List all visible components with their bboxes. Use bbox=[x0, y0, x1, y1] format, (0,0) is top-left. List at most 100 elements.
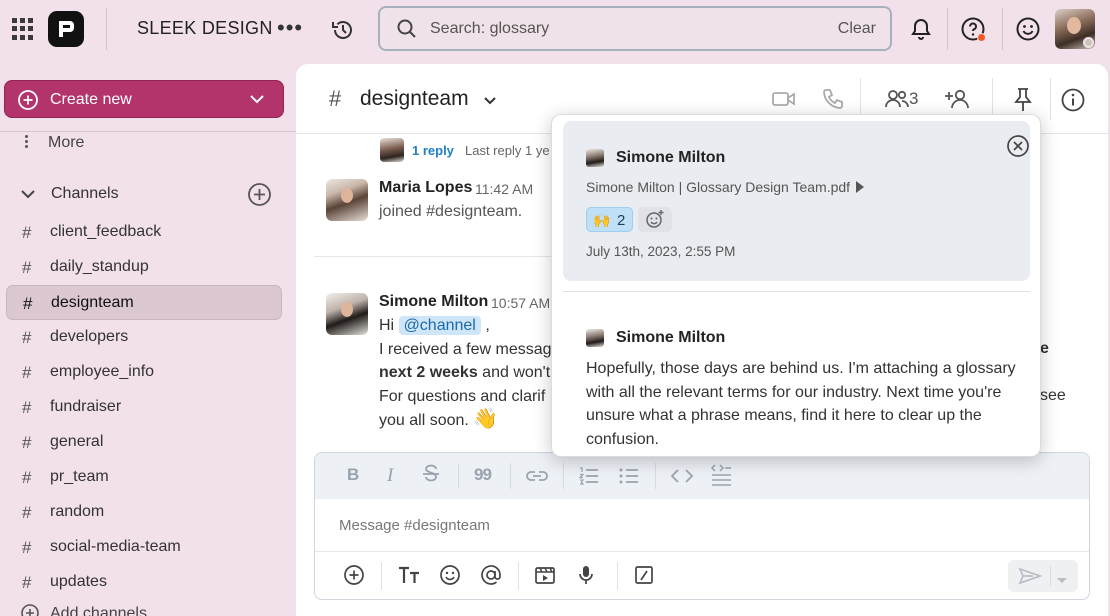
message-line: I received a few messag bbox=[379, 340, 552, 358]
channel-name: updates bbox=[50, 573, 107, 590]
message-author[interactable]: Simone Milton bbox=[616, 329, 725, 347]
link-icon[interactable] bbox=[525, 466, 549, 491]
last-reply-time: Last reply 1 ye bbox=[465, 143, 550, 158]
code-block-icon[interactable] bbox=[710, 463, 732, 492]
history-icon[interactable] bbox=[330, 17, 356, 48]
apps-grid-icon[interactable] bbox=[12, 18, 34, 40]
emoji-icon[interactable] bbox=[439, 564, 461, 591]
header-divider bbox=[1050, 78, 1051, 120]
workspace-menu-button[interactable]: ••• bbox=[277, 15, 303, 41]
more-label: More bbox=[48, 134, 85, 151]
channel-hash-icon: # bbox=[22, 433, 32, 452]
phone-icon[interactable] bbox=[821, 87, 845, 116]
channel-hash-icon: # bbox=[23, 294, 33, 313]
workspace-name[interactable]: SLEEK DESIGN bbox=[137, 18, 273, 39]
logo-icon[interactable] bbox=[48, 11, 84, 47]
sidebar-item-general[interactable]: # general bbox=[6, 425, 282, 460]
send-icon[interactable] bbox=[1018, 567, 1043, 590]
sidebar-item-daily_standup[interactable]: # daily_standup bbox=[6, 250, 282, 285]
video-icon[interactable] bbox=[772, 90, 796, 113]
message-body: Hi @channel , I received a few messag ne… bbox=[379, 314, 552, 433]
avatar[interactable] bbox=[326, 293, 368, 335]
plus-circle-icon bbox=[20, 603, 40, 616]
italic-icon[interactable]: I bbox=[387, 465, 393, 487]
add-channel-icon[interactable] bbox=[247, 182, 272, 212]
avatar[interactable] bbox=[326, 179, 368, 221]
sidebar-more[interactable]: More bbox=[0, 132, 296, 154]
channel-name: random bbox=[50, 503, 105, 520]
message-time: 10:57 AM bbox=[491, 295, 551, 311]
file-attachment[interactable]: Simone Milton | Glossary Design Team.pdf bbox=[586, 179, 865, 195]
search-input[interactable]: Search: glossary Clear bbox=[378, 6, 892, 51]
reaction-count: 2 bbox=[617, 212, 626, 229]
message-author[interactable]: Simone Milton bbox=[616, 149, 725, 167]
sidebar-item-pr_team[interactable]: # pr_team bbox=[6, 460, 282, 495]
close-icon[interactable] bbox=[1006, 134, 1030, 163]
sidebar-item-employee_info[interactable]: # employee_info bbox=[6, 355, 282, 390]
code-icon[interactable] bbox=[670, 466, 694, 491]
toolbar-divider bbox=[617, 562, 618, 590]
reply-count-link[interactable]: 1 reply bbox=[412, 143, 454, 158]
plus-circle-icon[interactable] bbox=[343, 564, 365, 591]
add-member-icon[interactable] bbox=[944, 87, 972, 116]
sidebar-item-fundraiser[interactable]: # fundraiser bbox=[6, 390, 282, 425]
members-icon[interactable] bbox=[884, 87, 910, 116]
search-clear-button[interactable]: Clear bbox=[838, 20, 876, 38]
sidebar-item-random[interactable]: # random bbox=[6, 495, 282, 530]
file-name: Simone Milton | Glossary Design Team.pdf bbox=[586, 179, 851, 195]
topbar-divider bbox=[1002, 8, 1003, 50]
send-button-group bbox=[1008, 560, 1078, 592]
help-icon[interactable] bbox=[960, 16, 986, 47]
channels-section-header[interactable]: Channels bbox=[0, 180, 296, 208]
toolbar-divider bbox=[518, 562, 519, 590]
text-format-icon[interactable] bbox=[397, 564, 421, 591]
sidebar-item-developers[interactable]: # developers bbox=[6, 320, 282, 355]
bold-icon[interactable]: B bbox=[347, 465, 359, 485]
add-reaction-button[interactable] bbox=[638, 207, 672, 232]
channel-hash-icon: # bbox=[22, 503, 32, 522]
slash-command-icon[interactable] bbox=[633, 564, 655, 591]
chevron-down-icon[interactable] bbox=[249, 92, 265, 111]
send-options-icon[interactable] bbox=[1056, 572, 1068, 590]
sidebar-item-updates[interactable]: # updates bbox=[6, 565, 282, 600]
message-divider bbox=[314, 256, 554, 257]
toolbar-divider bbox=[655, 463, 656, 489]
notification-dot bbox=[977, 33, 986, 42]
info-icon[interactable] bbox=[1060, 87, 1086, 118]
sidebar: Create new More Channels # client_feedbac… bbox=[0, 58, 296, 616]
top-bar: SLEEK DESIGN ••• Search: glossary Clear bbox=[0, 0, 1110, 58]
sidebar-item-designteam[interactable]: # designteam bbox=[6, 285, 282, 320]
numbered-list-icon[interactable] bbox=[578, 465, 600, 492]
channel-hash-icon: # bbox=[22, 363, 32, 382]
file-message-card[interactable]: Simone Milton Simone Milton | Glossary D… bbox=[563, 121, 1030, 281]
avatar bbox=[380, 138, 404, 162]
message-line: and won't bbox=[477, 364, 551, 381]
sidebar-item-client_feedback[interactable]: # client_feedback bbox=[6, 215, 282, 250]
member-count[interactable]: 3 bbox=[909, 89, 918, 109]
video-clip-icon[interactable] bbox=[534, 564, 556, 591]
punctuation: , bbox=[485, 317, 490, 334]
strikethrough-icon[interactable] bbox=[421, 463, 441, 490]
message-line: For questions and clarif bbox=[379, 387, 546, 405]
message-input[interactable]: Message #designteam bbox=[339, 517, 490, 534]
channel-name: daily_standup bbox=[50, 258, 149, 275]
microphone-icon[interactable] bbox=[577, 564, 595, 591]
bullet-list-icon[interactable] bbox=[618, 465, 640, 492]
sidebar-item-social-media-team[interactable]: # social-media-team bbox=[6, 530, 282, 565]
create-new-button[interactable]: Create new bbox=[4, 80, 284, 118]
channel-hash-icon: # bbox=[22, 573, 32, 592]
toolbar-divider bbox=[563, 463, 564, 489]
channel-hash-icon: # bbox=[22, 468, 32, 487]
smiley-icon[interactable] bbox=[1015, 16, 1041, 47]
quote-icon[interactable]: 99 bbox=[474, 465, 492, 485]
user-avatar[interactable] bbox=[1055, 9, 1095, 49]
greeting: Hi bbox=[379, 317, 395, 334]
message-list: 1 reply Last reply 1 ye Maria Lopes 11:4… bbox=[296, 64, 554, 434]
message-author[interactable]: Simone Milton bbox=[379, 293, 488, 311]
reaction-button[interactable]: 🙌 2 bbox=[586, 207, 633, 232]
mention-icon[interactable] bbox=[480, 564, 502, 591]
message-author[interactable]: Maria Lopes bbox=[379, 179, 472, 197]
bell-icon[interactable] bbox=[908, 16, 934, 47]
mention-channel[interactable]: @channel bbox=[398, 316, 481, 335]
add-channels-button[interactable]: Add channels bbox=[6, 599, 282, 616]
